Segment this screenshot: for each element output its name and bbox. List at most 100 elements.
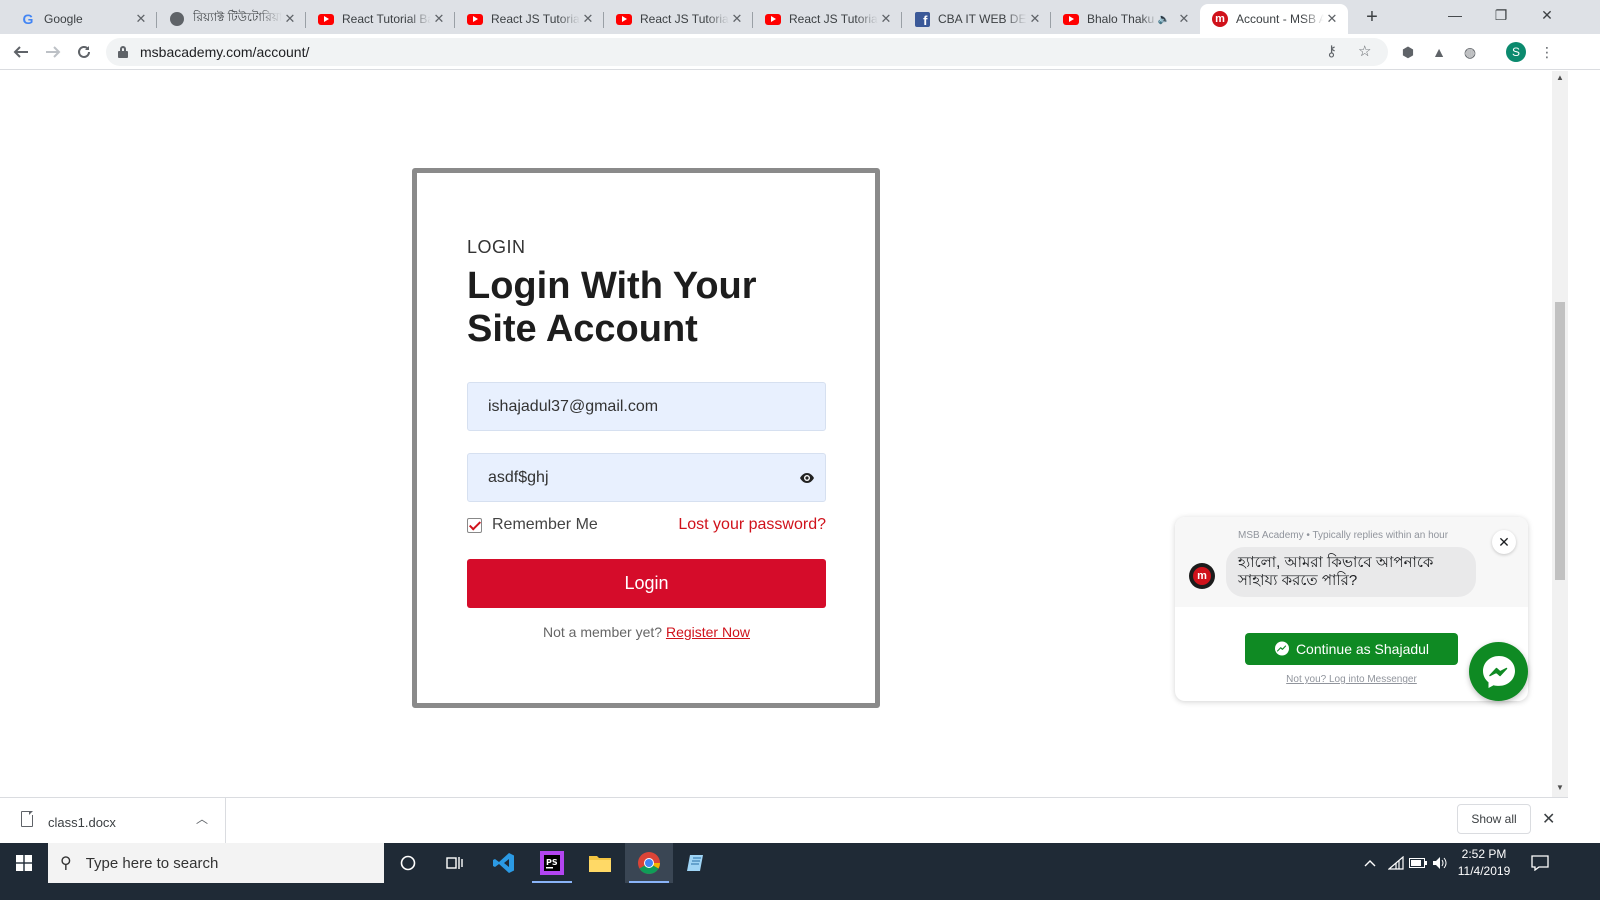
svg-text:PS: PS	[546, 858, 558, 867]
continue-as-button[interactable]: Continue as Shajadul	[1245, 633, 1458, 665]
close-icon[interactable]: ✕	[1027, 11, 1043, 27]
scroll-thumb[interactable]	[1555, 302, 1565, 580]
scroll-down-icon[interactable]: ▼	[1556, 783, 1564, 792]
chevron-up-icon[interactable]: ︿	[196, 810, 208, 827]
close-icon[interactable]: ✕	[133, 11, 149, 27]
new-tab-button[interactable]: +	[1362, 7, 1382, 27]
tab-youtube-bhalo-thaku[interactable]: Bhalo Thaku 🔈 ✕	[1051, 4, 1200, 34]
continue-label: Continue as Shajadul	[1295, 641, 1430, 657]
login-button[interactable]: Login	[467, 559, 826, 608]
download-file-name[interactable]: class1.docx	[48, 815, 116, 830]
youtube-icon	[765, 11, 781, 27]
close-icon[interactable]: ✕	[282, 11, 298, 27]
messenger-launcher-button[interactable]	[1469, 642, 1528, 701]
speaker-icon[interactable]: 🔈	[1158, 14, 1170, 25]
taskbar-file-explorer[interactable]	[576, 843, 624, 883]
register-row: Not a member yet? Register Now	[467, 624, 826, 640]
tab-google[interactable]: G Google ✕	[8, 4, 157, 34]
taskbar-vscode[interactable]	[480, 843, 528, 883]
close-window-button[interactable]: ✕	[1524, 0, 1570, 30]
email-value: ishajadul37@gmail.com	[488, 397, 659, 415]
close-icon[interactable]: ✕	[1176, 11, 1192, 27]
start-button[interactable]	[0, 843, 48, 883]
document-icon	[21, 811, 33, 827]
page-title: Login With Your Site Account	[467, 265, 757, 350]
close-icon[interactable]: ✕	[1492, 530, 1516, 554]
download-bar: class1.docx ︿ Show all ✕	[0, 797, 1568, 844]
minimize-button[interactable]: —	[1432, 0, 1478, 30]
taskbar-clock[interactable]: 2:52 PM 11/4/2019	[1452, 846, 1516, 880]
address-bar[interactable]: msbacademy.com/account/ ⚷ ☆	[106, 38, 1388, 66]
browser-toolbar: msbacademy.com/account/ ⚷ ☆ ⬢ ▲ ◍ S ⋮	[0, 34, 1600, 70]
tab-title: CBA IT WEB DEV	[938, 12, 1027, 26]
close-icon[interactable]: ✕	[580, 11, 596, 27]
lost-password-link[interactable]: Lost your password?	[678, 516, 826, 534]
extension-cube-icon[interactable]: ⬢	[1400, 44, 1416, 60]
clock-time: 2:52 PM	[1461, 847, 1507, 861]
tab-youtube-react-js-3[interactable]: React JS Tutorial ✕	[753, 4, 902, 34]
star-icon[interactable]: ☆	[1358, 42, 1371, 60]
messenger-greeting: হ্যালো, আমরা কিভাবে আপনাকে সাহায্য করতে …	[1226, 547, 1476, 597]
taskbar-notepad[interactable]	[673, 843, 721, 883]
arrow-left-icon	[13, 46, 28, 58]
email-field[interactable]: ishajadul37@gmail.com	[467, 382, 826, 431]
close-icon[interactable]: ✕	[431, 11, 447, 27]
globe-extension-icon[interactable]: ◍	[1462, 44, 1478, 60]
clock-date: 11/4/2019	[1457, 864, 1511, 878]
key-icon[interactable]: ⚷	[1326, 42, 1337, 60]
volume-icon[interactable]	[1428, 843, 1452, 883]
battery-icon[interactable]	[1406, 843, 1430, 883]
eye-icon[interactable]	[799, 470, 815, 486]
password-value: asdf$ghj	[488, 468, 549, 486]
login-eyebrow: LOGIN	[467, 237, 526, 257]
remember-row: Remember Me Lost your password?	[467, 514, 826, 536]
reload-button[interactable]	[70, 38, 98, 66]
restore-button[interactable]: ❐	[1478, 0, 1524, 30]
reload-icon	[78, 45, 90, 58]
wifi-icon[interactable]	[1384, 843, 1408, 883]
lock-icon[interactable]	[118, 46, 128, 58]
chevron-up-icon[interactable]	[1358, 843, 1382, 883]
messenger-icon	[1274, 641, 1289, 656]
show-all-button[interactable]: Show all	[1457, 804, 1531, 834]
url-text[interactable]: msbacademy.com/account/	[140, 44, 309, 60]
close-icon[interactable]: ✕	[1542, 809, 1555, 829]
remember-checkbox[interactable]	[467, 517, 482, 533]
task-view-button[interactable]	[431, 843, 479, 883]
windows-taskbar: ⚲ Type here to search PS 2:52 PM 11/4/20…	[0, 843, 1600, 900]
taskbar-phpstorm[interactable]: PS	[528, 843, 576, 883]
taskbar-search-box[interactable]: ⚲ Type here to search	[48, 843, 384, 883]
tab-youtube-react-js-1[interactable]: React JS Tutorial ✕	[455, 4, 604, 34]
tab-react-tutorial-bangla[interactable]: রিয়্যাক্ট টিউটোরিয়াল ✕	[157, 4, 306, 34]
download-item[interactable]: class1.docx ︿	[0, 798, 226, 844]
tab-youtube-react-js-2[interactable]: React JS Tutorial ✕	[604, 4, 753, 34]
messenger-header: MSB Academy • Typically replies within a…	[1175, 517, 1528, 607]
close-icon[interactable]: ✕	[1324, 11, 1340, 27]
scroll-up-icon[interactable]: ▲	[1556, 73, 1564, 82]
close-icon[interactable]: ✕	[729, 11, 745, 27]
taskbar-chrome[interactable]	[625, 843, 673, 883]
remember-label[interactable]: Remember Me	[492, 516, 598, 534]
action-center-button[interactable]	[1516, 843, 1564, 883]
messenger-page-meta: MSB Academy • Typically replies within a…	[1238, 530, 1449, 541]
tab-title: Google	[44, 12, 83, 26]
cortana-button[interactable]	[384, 843, 432, 883]
tab-facebook-cba-it[interactable]: f CBA IT WEB DEV ✕	[902, 4, 1051, 34]
search-placeholder: Type here to search	[85, 854, 219, 872]
arrow-right-icon	[46, 46, 61, 58]
drive-icon[interactable]: ▲	[1431, 44, 1447, 60]
tab-youtube-react-tutorial[interactable]: React Tutorial Ba ✕	[306, 4, 455, 34]
forward-button[interactable]	[39, 38, 67, 66]
back-button[interactable]	[7, 38, 35, 66]
password-field[interactable]: asdf$ghj	[467, 453, 826, 502]
search-icon: ⚲	[60, 855, 72, 872]
profile-avatar[interactable]: S	[1506, 42, 1526, 62]
register-now-link[interactable]: Register Now	[666, 624, 750, 640]
tab-msb-account[interactable]: m Account - MSB A ✕	[1200, 4, 1348, 34]
close-icon[interactable]: ✕	[878, 11, 894, 27]
page-scrollbar[interactable]: ▲ ▼	[1552, 71, 1568, 797]
tab-title: React JS Tutorial	[640, 12, 729, 26]
youtube-icon	[318, 11, 334, 27]
menu-dots-icon[interactable]: ⋮	[1539, 44, 1555, 60]
youtube-icon	[616, 11, 632, 27]
